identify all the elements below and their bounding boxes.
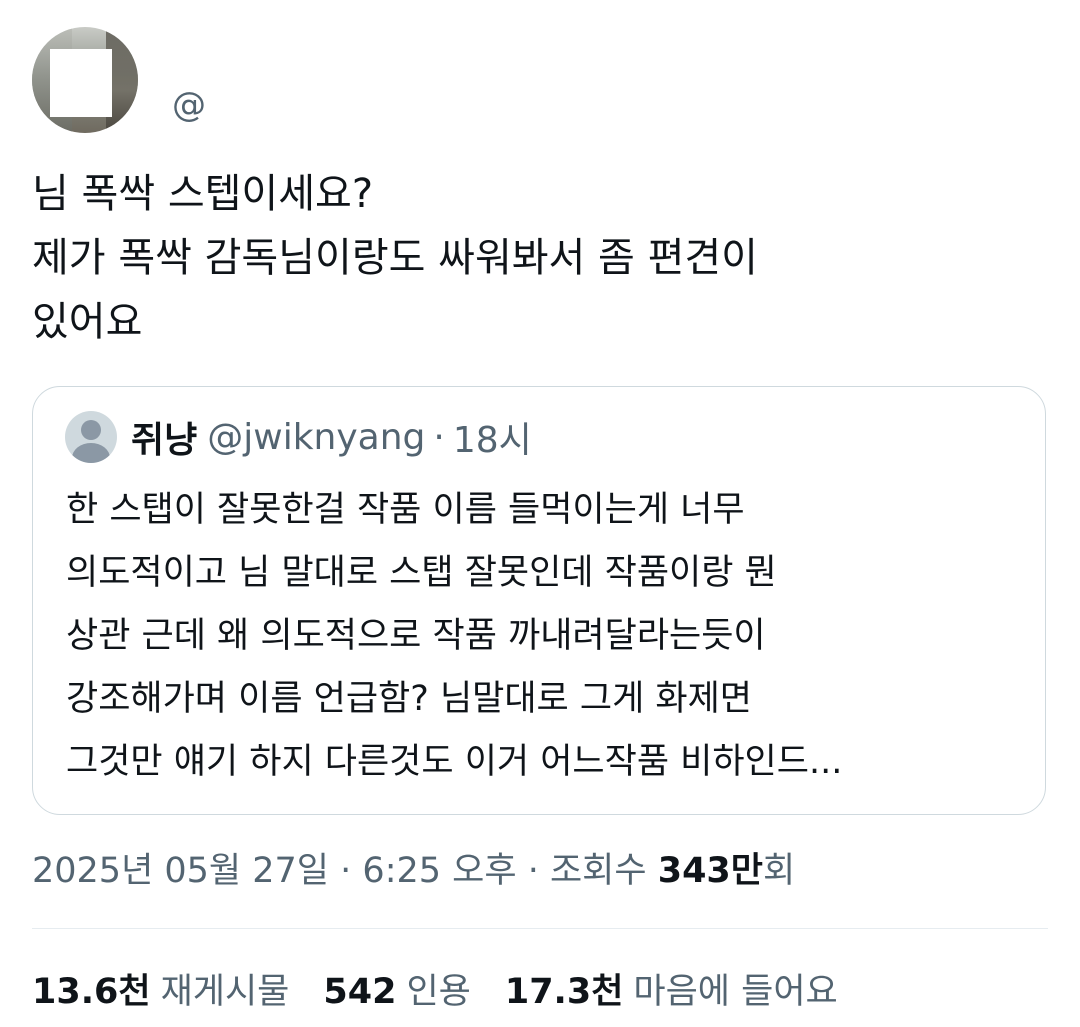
quoted-tweet-card[interactable]: 쥐냥 @jwiknyang · 18시 한 스탭이 잘못한걸 작품 이름 들먹이… <box>32 386 1046 815</box>
quotes-stat[interactable]: 542 인용 <box>323 963 470 1014</box>
quoted-author-name[interactable]: 쥐냥 <box>131 411 197 463</box>
quoted-author-username[interactable]: @jwiknyang <box>207 417 425 458</box>
quoted-text-line: 한 스탭이 잘못한걸 작품 이름 들먹이는게 너무 <box>66 490 745 530</box>
quoted-text-line: 의도적이고 님 말대로 스탭 잘못인데 작품이랑 뭔 <box>66 553 777 593</box>
quotes-count: 542 <box>323 972 397 1012</box>
quoted-tweet-header: 쥐냥 @jwiknyang · 18시 <box>65 411 532 463</box>
likes-stat[interactable]: 17.3천 마음에 들어요 <box>505 963 838 1014</box>
quoted-tweet-time[interactable]: 18시 <box>453 411 532 463</box>
author-handle[interactable]: @ <box>172 85 206 125</box>
likes-label: 마음에 들어요 <box>633 972 838 1012</box>
views-label: 조회수 <box>549 851 647 891</box>
tweet-date[interactable]: 2025년 05월 27일 <box>32 851 329 891</box>
quoted-tweet-text: 한 스탭이 잘못한걸 작품 이름 들먹이는게 너무 의도적이고 님 말대로 스탭… <box>66 479 1016 794</box>
default-avatar-head-icon <box>81 420 101 440</box>
avatar-redaction-box <box>50 49 112 117</box>
quoted-text-line: 그것만 얘기 하지 다른것도 이거 어느작품 비하인드... <box>66 742 843 782</box>
retweets-count: 13.6천 <box>32 972 151 1012</box>
default-avatar-body-icon <box>72 443 110 463</box>
retweets-stat[interactable]: 13.6천 재게시물 <box>32 963 289 1014</box>
quoted-text-line: 상관 근데 왜 의도적으로 작품 까내려달라는듯이 <box>66 616 766 656</box>
tweet-text-line: 있어요 <box>32 299 143 345</box>
tweet-text: 님 폭싹 스텝이세요? 제가 폭싹 감독님이랑도 싸워봐서 좀 편견이 있어요 <box>32 162 1042 354</box>
retweets-label: 재게시물 <box>160 972 290 1012</box>
tweet-text-line: 제가 폭싹 감독님이랑도 싸워봐서 좀 편견이 <box>32 235 758 281</box>
views-count: 343만 <box>657 851 763 891</box>
separator-dot: · <box>340 851 352 891</box>
separator-dot: · <box>433 416 445 458</box>
author-avatar[interactable] <box>32 27 138 133</box>
quoted-author-avatar[interactable] <box>65 411 117 463</box>
tweet-header: @ <box>32 26 206 134</box>
quoted-text-line: 강조해가며 이름 언급함? 님말대로 그게 화제면 <box>66 679 753 719</box>
separator-dot: · <box>527 851 539 891</box>
engagement-stats: 13.6천 재게시물 542 인용 17.3천 마음에 들어요 <box>32 963 872 1014</box>
divider <box>32 928 1048 929</box>
likes-count: 17.3천 <box>504 972 624 1012</box>
tweet-metadata: 2025년 05월 27일 · 6:25 오후 · 조회수 343만회 <box>32 842 795 893</box>
views-suffix: 회 <box>762 851 796 891</box>
quotes-label: 인용 <box>406 972 471 1012</box>
tweet-time[interactable]: 6:25 오후 <box>362 851 516 891</box>
tweet-text-line: 님 폭싹 스텝이세요? <box>32 171 374 217</box>
